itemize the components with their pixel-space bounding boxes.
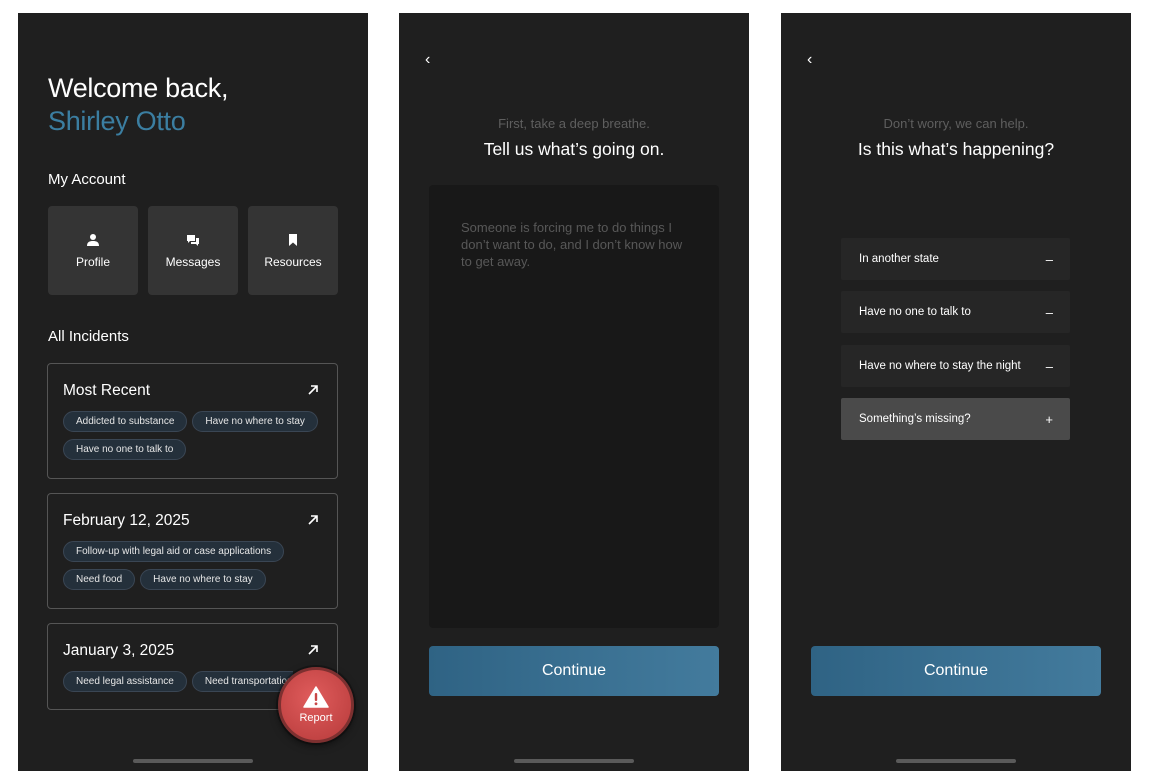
subtitle: First, take a deep breathe. [498, 116, 650, 131]
messages-card[interactable]: Messages [148, 206, 238, 295]
continue-label: Continue [541, 662, 607, 679]
subtitle: Don’t worry, we can help. [883, 116, 1029, 131]
continue-label: Continue [923, 662, 989, 679]
arrow-up-right-icon [308, 515, 318, 525]
incident-tags: Need legal assistance Need transportation [63, 671, 293, 699]
home-screen: Welcome back, Shirley Otto My Account Pr… [18, 13, 368, 771]
tag: Need transportation [191, 671, 293, 692]
chat-bubbles-icon [187, 234, 199, 246]
plus-icon[interactable]: + [1045, 412, 1053, 427]
account-cards: Profile Messages Resources [48, 206, 338, 296]
messages-label: Messages [165, 254, 221, 269]
all-incidents-heading: All Incidents [48, 328, 129, 345]
continue-button[interactable]: Continue [811, 646, 1101, 696]
option-no-where-to-stay[interactable]: Have no where to stay the night – [841, 345, 1070, 387]
page-title: Is this what’s happening? [857, 139, 1055, 159]
incident-card-most-recent[interactable]: Most Recent Addicted to substance Have no… [47, 363, 338, 479]
description-textarea[interactable]: Someone is forcing me to do things I don… [429, 185, 719, 628]
describe-screen: ‹ First, take a deep breathe. Tell us wh… [399, 13, 749, 771]
resources-label: Resources [264, 254, 322, 269]
tag: Have no where to stay [140, 569, 266, 590]
home-indicator[interactable] [514, 759, 634, 763]
my-account-heading: My Account [48, 171, 126, 188]
report-button[interactable]: Report [278, 667, 354, 743]
option-in-another-state[interactable]: In another state – [841, 238, 1070, 280]
incident-card-feb-12[interactable]: February 12, 2025 Follow-up with legal a… [47, 493, 338, 609]
tag: Have no one to talk to [63, 439, 187, 460]
report-label: Report [299, 712, 333, 724]
continue-button[interactable]: Continue [429, 646, 719, 696]
option-label: In another state [859, 253, 939, 265]
minus-icon[interactable]: – [1046, 305, 1053, 320]
resources-card[interactable]: Resources [248, 206, 338, 295]
person-icon [87, 233, 99, 246]
profile-card[interactable]: Profile [48, 206, 138, 295]
home-indicator[interactable] [133, 759, 253, 763]
option-no-one-to-talk-to[interactable]: Have no one to talk to – [841, 291, 1070, 333]
tag: Follow-up with legal aid or case applica… [63, 541, 285, 562]
arrow-up-right-icon [308, 385, 318, 395]
bookmark-icon [289, 233, 297, 246]
option-label: Have no where to stay the night [859, 360, 1021, 372]
tag: Need legal assistance [63, 671, 187, 692]
page-title: Tell us what’s going on. [483, 139, 665, 159]
home-indicator[interactable] [896, 759, 1016, 763]
back-button[interactable]: ‹ [807, 51, 821, 69]
tag: Addicted to substance [63, 411, 188, 432]
textarea-placeholder: Someone is forcing me to do things I don… [461, 220, 683, 269]
incident-tags: Follow-up with legal aid or case applica… [63, 541, 333, 597]
warning-icon [303, 686, 329, 708]
confirm-screen: ‹ Don’t worry, we can help. Is this what… [781, 13, 1131, 771]
option-label: Something’s missing? [859, 413, 971, 425]
user-name: Shirley Otto [48, 106, 186, 136]
welcome-text: Welcome back, [48, 73, 229, 103]
option-something-missing[interactable]: Something’s missing? + [841, 398, 1070, 440]
incident-tags: Addicted to substance Have no where to st… [63, 411, 333, 467]
arrow-up-right-icon [308, 645, 318, 655]
minus-icon[interactable]: – [1046, 359, 1053, 374]
back-button[interactable]: ‹ [425, 51, 439, 69]
tag: Need food [63, 569, 136, 590]
minus-icon[interactable]: – [1046, 252, 1053, 267]
profile-label: Profile [75, 254, 110, 269]
incident-title: January 3, 2025 [63, 642, 175, 659]
option-label: Have no one to talk to [859, 306, 971, 318]
incident-title: February 12, 2025 [63, 512, 190, 529]
incident-title: Most Recent [63, 382, 151, 399]
tag: Have no where to stay [192, 411, 318, 432]
